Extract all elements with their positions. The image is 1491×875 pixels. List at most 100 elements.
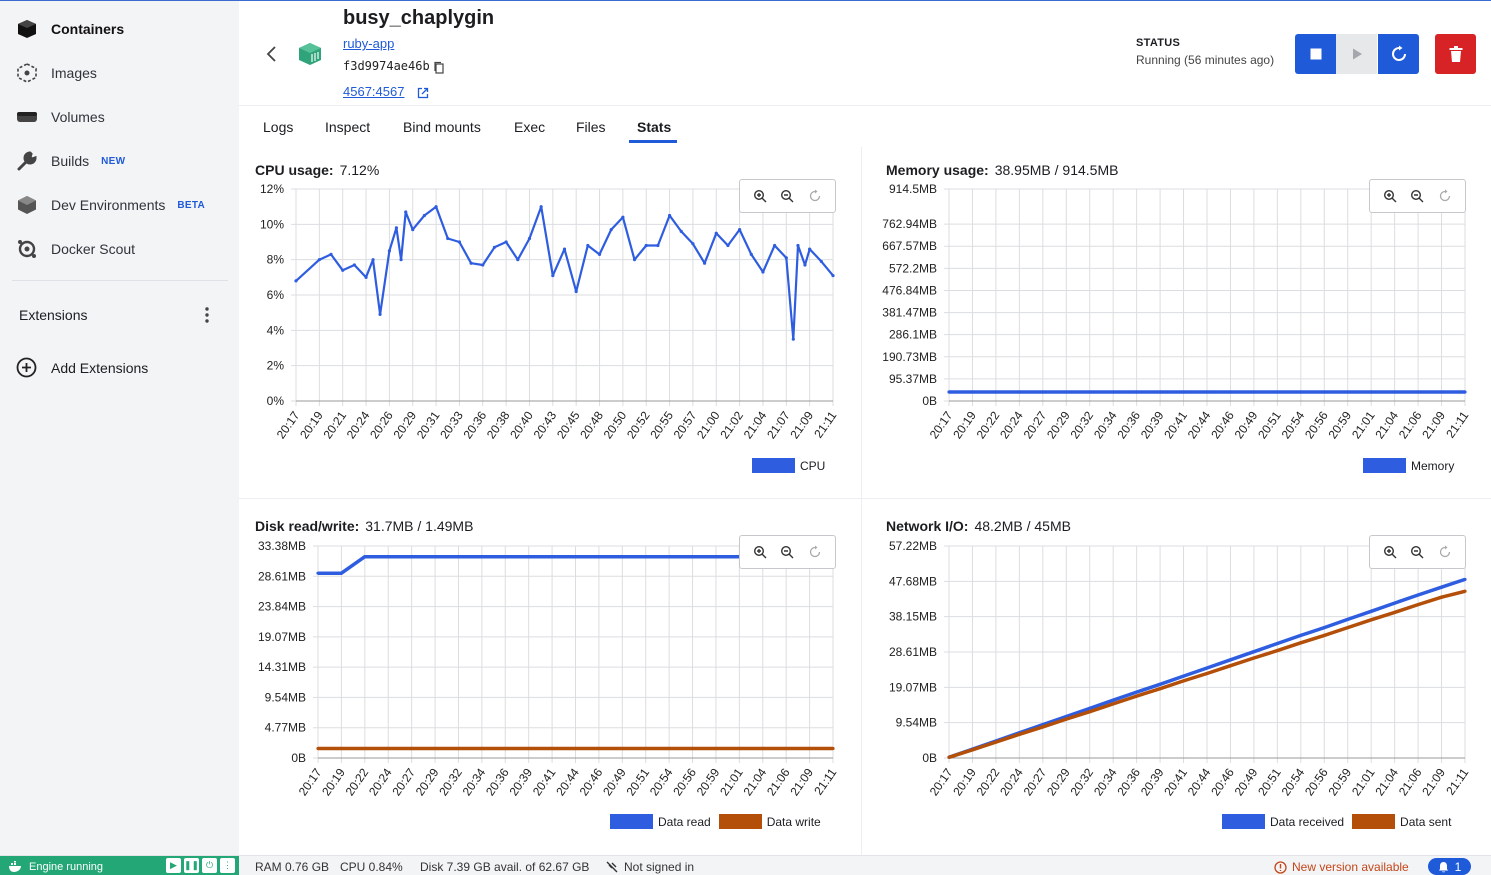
data-point [947,755,951,759]
x-tick-label: 21:06 [1396,765,1425,798]
y-tick-label: 19.07MB [889,680,937,694]
notification-count: 1 [1454,859,1462,874]
data-point [1064,717,1068,721]
y-tick-label: 57.22MB [889,539,937,553]
cpu-usage: CPU 0.84% [340,860,403,874]
engine-power-icon[interactable]: ⏻ [202,858,217,873]
x-tick-label: 20:46 [1208,765,1237,798]
y-tick-label: 0B [922,751,937,765]
data-point [1041,725,1045,729]
data-point [1275,648,1279,653]
x-tick-label: 20:17 [927,765,956,798]
new-version-link[interactable]: New version available [1274,860,1409,874]
docker-desktop-window: Containers Images Volumes Builds NEW Dev… [0,0,1491,875]
x-tick-label: 20:32 [1067,765,1096,798]
legend-label: Data sent [1400,814,1452,829]
x-tick-label: 20:39 [1138,765,1167,798]
engine-controls: ▶ ❚❚ ⏻ ⋮ [166,858,235,873]
data-point [1439,595,1444,599]
x-tick-label: 20:54 [1279,765,1308,798]
no-signal-icon [606,861,618,873]
x-tick-label: 20:22 [974,765,1003,798]
status-bar: Engine running ▶ ❚❚ ⏻ ⋮ RAM 0.76 GB CPU … [0,855,1491,875]
x-tick-label: 21:09 [1419,765,1448,798]
engine-more-icon[interactable]: ⋮ [220,858,235,873]
x-tick-label: 21:04 [1372,765,1401,798]
y-tick-label: 9.54MB [896,716,937,730]
y-tick-label: 28.61MB [889,645,937,659]
data-point [1135,694,1139,698]
data-point [1228,658,1233,662]
x-tick-label: 20:29 [1044,765,1073,798]
network-chart: 20:1720:1920:2220:2420:2720:2920:3220:34… [889,539,1472,798]
zoom-in-icon[interactable] [1380,542,1400,562]
sign-in-label: Not signed in [624,860,695,874]
data-point [1463,589,1467,593]
whale-icon [8,861,23,872]
x-tick-label: 20:36 [1114,765,1143,798]
x-tick-label: 20:51 [1255,765,1284,798]
data-point [1205,666,1209,670]
x-tick-label: 20:49 [1232,765,1261,798]
data-point [1369,609,1373,613]
data-point [1181,679,1186,683]
engine-status[interactable]: Engine running ▶ ❚❚ ⏻ ⋮ [0,856,239,875]
warning-icon [1274,860,1287,874]
x-tick-label: 21:11 [1443,765,1471,797]
data-point [1322,633,1326,637]
data-point [970,748,975,752]
data-point [1393,601,1397,605]
x-tick-label: 20:24 [997,765,1026,798]
data-point [1205,671,1209,676]
engine-pause-icon[interactable]: ❚❚ [184,858,199,873]
data-point [1252,650,1256,654]
reset-zoom-icon[interactable] [1435,542,1455,562]
y-tick-label: 47.68MB [889,574,937,588]
data-point [1158,682,1162,686]
engine-status-label: Engine running [29,860,104,873]
zoom-out-icon[interactable] [1407,542,1427,562]
engine-play-icon[interactable]: ▶ [166,858,181,873]
network-zoom-controls [1369,535,1466,569]
data-point [1135,690,1139,694]
legend-swatch [1222,814,1265,829]
notifications-button[interactable]: 1 [1428,858,1471,875]
ram-usage: RAM 0.76 GB [255,860,330,874]
data-point [1299,641,1303,645]
data-point [1416,593,1420,597]
data-point [1088,706,1092,710]
data-point [1393,610,1397,614]
data-point [1275,641,1279,646]
new-version-label: New version available [1292,860,1409,874]
legend-label: Data received [1270,814,1345,829]
data-point [1346,617,1350,622]
data-point [1346,625,1350,630]
x-tick-label: 20:56 [1302,765,1331,798]
data-point [1228,664,1233,668]
bell-icon [1438,861,1449,873]
x-tick-label: 20:41 [1161,765,1190,798]
y-tick-label: 38.15MB [889,610,937,624]
data-point [1322,625,1326,630]
data-point [994,740,998,744]
data-point [1088,710,1092,714]
data-point [1439,585,1444,589]
data-point [1111,698,1115,702]
data-point [1181,674,1186,678]
data-point [1158,687,1162,691]
data-point [1463,577,1467,582]
data-point [1111,702,1115,706]
x-tick-label: 20:19 [950,765,979,798]
x-tick-label: 21:01 [1349,765,1378,798]
data-point [1299,633,1303,637]
disk-usage: Disk 7.39 GB avail. of 62.67 GB [420,860,590,874]
data-point [1252,656,1256,660]
data-point [1416,603,1420,607]
x-tick-label: 20:34 [1091,765,1120,798]
sign-in-status[interactable]: Not signed in [606,860,694,874]
data-point [1017,732,1021,736]
x-tick-label: 20:59 [1325,765,1354,798]
data-point [1369,618,1373,622]
x-tick-label: 20:27 [1021,765,1050,798]
x-tick-label: 20:44 [1185,765,1214,798]
